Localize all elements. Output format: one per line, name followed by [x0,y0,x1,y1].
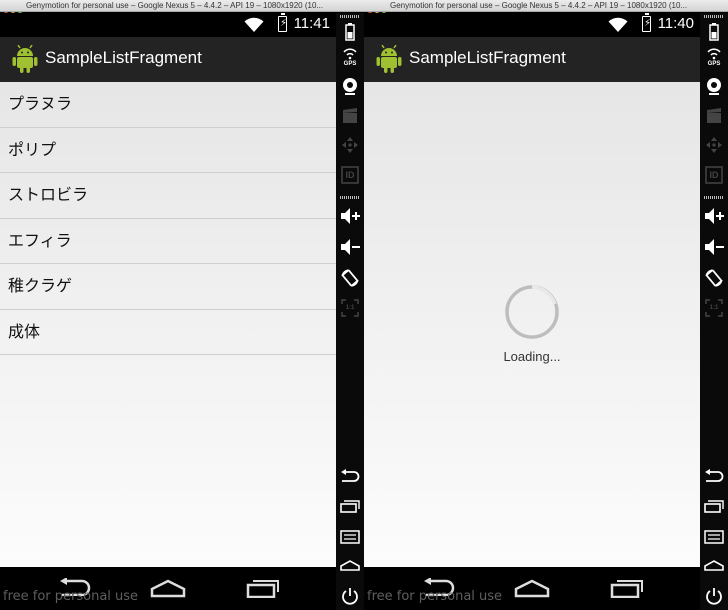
back-icon[interactable] [339,465,361,487]
window-title: Genymotion for personal use – Google Nex… [390,1,688,10]
progress-spinner-icon [505,285,559,339]
volume-down-icon[interactable] [703,236,725,258]
loading-label: Loading... [503,349,561,364]
wifi-icon [244,17,264,32]
emulator-window-right: Genymotion for personal use – Google Nex… [364,0,728,610]
list-item[interactable]: 成体 [0,310,336,355]
dpad-icon [339,134,361,156]
home-icon[interactable] [339,554,361,576]
dpad-icon [703,134,725,156]
scale-icon: 1:1 [703,297,725,319]
back-icon[interactable] [703,465,725,487]
menu-icon[interactable] [339,526,361,548]
window-titlebar[interactable]: Genymotion for personal use – Google Nex… [364,0,728,18]
power-icon[interactable] [339,585,361,607]
battery-icon[interactable] [339,21,361,43]
battery-charging-icon: ⚡ [642,13,651,32]
recent-apps-icon[interactable] [339,495,361,517]
genymotion-toolbar: GPS ID 1:1 [700,13,728,610]
window-titlebar[interactable]: Genymotion for personal use – Google Nex… [0,0,364,18]
screencast-icon [703,105,725,127]
volume-up-icon[interactable] [703,205,725,227]
list-view: プラヌラ ポリプ ストロビラ エフィラ 稚クラゲ 成体 [0,82,336,567]
menu-icon[interactable] [703,526,725,548]
home-icon[interactable] [514,578,550,598]
list-item[interactable]: 稚クラゲ [0,264,336,310]
toolbar-divider [704,196,724,199]
phone-screen: ⚡ 11:41 SampleListFragment プラヌラ ポリプ ストロビ… [0,13,336,610]
device-id-icon: ID [339,164,361,186]
status-time: 11:40 [657,15,694,32]
webcam-icon[interactable] [703,75,725,97]
toolbar-divider [340,196,360,199]
personal-use-watermark: free for personal use [3,589,139,604]
rotate-icon[interactable] [703,267,725,289]
volume-up-icon[interactable] [339,205,361,227]
screencast-icon [339,105,361,127]
list-item[interactable]: プラヌラ [0,82,336,128]
emulator-window-left: Genymotion for personal use – Google Nex… [0,0,364,610]
action-bar: SampleListFragment [364,37,700,82]
battery-charging-icon: ⚡ [278,13,287,32]
loading-view: Loading... [364,82,700,567]
app-title: SampleListFragment [45,48,202,67]
window-title: Genymotion for personal use – Google Nex… [26,1,324,10]
status-time: 11:41 [293,15,330,32]
wifi-icon [608,17,628,32]
android-logo-icon[interactable] [376,45,402,73]
recent-apps-icon[interactable] [703,495,725,517]
list-item[interactable]: ストロビラ [0,173,336,219]
loading-indicator: Loading... [364,284,700,364]
gps-icon[interactable]: GPS [703,47,725,69]
recent-apps-icon[interactable] [246,578,280,598]
genymotion-toolbar: GPS ID 1:1 [336,13,364,610]
phone-screen: ⚡ 11:40 SampleListFragment Loading... fr… [364,13,700,610]
status-bar: ⚡ 11:40 [364,13,700,37]
nav-bar: free for personal use [0,567,336,610]
toolbar-grip [704,15,724,18]
device-id-icon: ID [703,164,725,186]
battery-icon[interactable] [703,21,725,43]
home-icon[interactable] [703,554,725,576]
action-bar: SampleListFragment [0,37,336,82]
scale-icon: 1:1 [339,297,361,319]
list-item[interactable]: ポリプ [0,128,336,173]
home-icon[interactable] [150,578,186,598]
power-icon[interactable] [703,585,725,607]
status-bar: ⚡ 11:41 [0,13,336,37]
personal-use-watermark: free for personal use [367,589,503,604]
recent-apps-icon[interactable] [610,578,644,598]
webcam-icon[interactable] [339,75,361,97]
nav-bar: free for personal use [364,567,700,610]
gps-icon[interactable]: GPS [339,47,361,69]
rotate-icon[interactable] [339,267,361,289]
list-item[interactable]: エフィラ [0,219,336,264]
app-title: SampleListFragment [409,48,566,67]
volume-down-icon[interactable] [339,236,361,258]
android-logo-icon[interactable] [12,45,38,73]
toolbar-grip [340,15,360,18]
